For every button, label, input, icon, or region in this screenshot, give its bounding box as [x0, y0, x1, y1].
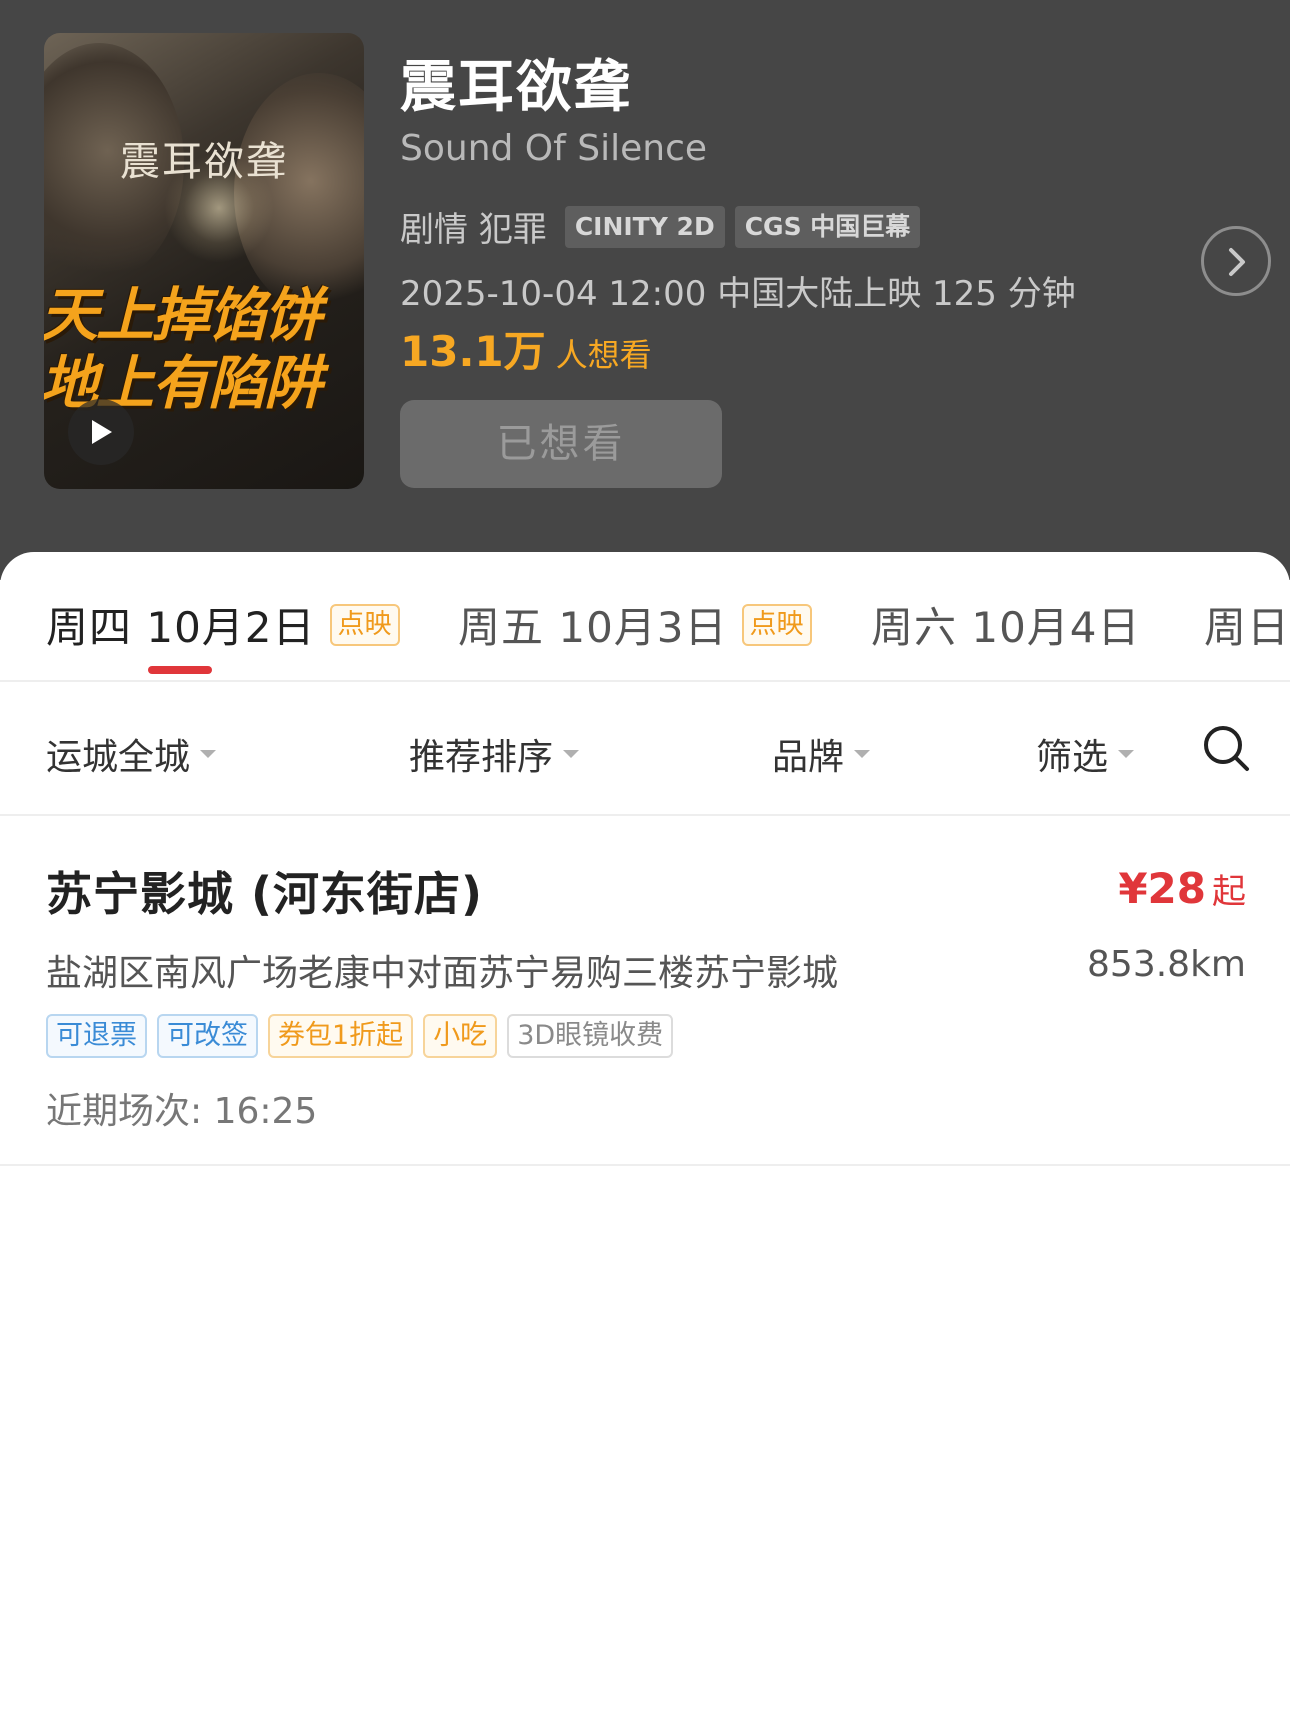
want-count-label: 人想看 — [555, 336, 652, 374]
caret-down-icon — [563, 750, 580, 758]
movie-poster[interactable]: 震耳欲聋 天上掉馅饼 地上有陷阱 — [44, 33, 364, 489]
format-tag-cinity: CINITY 2D — [564, 205, 725, 248]
cinema-address: 盐湖区南风广场老康中对面苏宁易购三楼苏宁影城 — [46, 953, 839, 994]
brand-filter-label: 品牌 — [772, 737, 845, 778]
want-count: 13.1万 人想看 — [400, 318, 652, 379]
more-filter[interactable]: 筛选 — [1036, 728, 1135, 780]
play-icon — [92, 420, 112, 444]
cinema-price: ¥28 起 — [1118, 864, 1246, 913]
wanted-button[interactable]: 已想看 — [400, 400, 722, 488]
divider — [0, 1164, 1290, 1166]
movie-genres: 剧情 犯罪 — [400, 210, 547, 250]
preview-badge: 点映 — [741, 603, 812, 646]
cinema-sheet: 周四 10月2日 点映 周五 10月3日 点映 周六 10月4日 周日 运城全城… — [0, 552, 1290, 1725]
cinema-distance: 853.8km — [1087, 944, 1246, 985]
movie-english-title: Sound Of Silence — [400, 128, 708, 169]
date-tab-label: 周六 10月4日 — [871, 603, 1141, 652]
search-button[interactable] — [1202, 724, 1252, 774]
tag-changeable: 可改签 — [157, 1014, 258, 1058]
cinema-list-item[interactable]: 苏宁影城 (河东街店) ¥28 起 盐湖区南风广场老康中对面苏宁易购三楼苏宁影城… — [0, 816, 1290, 1166]
play-trailer-button[interactable] — [68, 399, 134, 465]
movie-meta-row: 剧情 犯罪 CINITY 2D CGS 中国巨幕 — [400, 202, 930, 251]
movie-header: 震耳欲聋 天上掉馅饼 地上有陷阱 震耳欲聋 Sound Of Silence 剧… — [0, 0, 1290, 580]
brand-filter[interactable]: 品牌 — [772, 728, 871, 780]
sort-filter-label: 推荐排序 — [409, 737, 554, 778]
date-tab-oct3[interactable]: 周五 10月3日 点映 — [458, 594, 812, 655]
poster-title-art: 震耳欲聋 — [120, 139, 288, 185]
movie-title: 震耳欲聋 — [400, 55, 632, 120]
sort-filter[interactable]: 推荐排序 — [409, 728, 580, 780]
recent-showtimes: 近期场次: 16:25 — [46, 1091, 318, 1132]
format-tag-cgs: CGS 中国巨幕 — [734, 205, 921, 248]
region-filter-label: 运城全城 — [46, 737, 191, 778]
date-tab-label: 周五 10月3日 — [458, 603, 728, 652]
date-tabs: 周四 10月2日 点映 周五 10月3日 点映 周六 10月4日 周日 — [0, 552, 1290, 682]
date-tab-oct4[interactable]: 周六 10月4日 — [871, 594, 1141, 655]
tag-coupon: 券包1折起 — [268, 1014, 414, 1058]
cinema-name: 苏宁影城 (河东街店) — [46, 867, 484, 921]
more-filter-label: 筛选 — [1036, 737, 1109, 778]
chevron-right-icon — [1229, 248, 1245, 276]
search-icon — [1204, 726, 1249, 771]
price-amount: ¥28 — [1118, 864, 1206, 913]
caret-down-icon — [854, 750, 871, 758]
tag-3d-glasses: 3D眼镜收费 — [507, 1014, 674, 1058]
preview-badge: 点映 — [329, 603, 400, 646]
want-count-number: 13.1万 — [400, 327, 546, 376]
date-tab-oct2[interactable]: 周四 10月2日 点映 — [46, 594, 400, 655]
date-tab-sunday[interactable]: 周日 — [1204, 594, 1290, 655]
region-filter[interactable]: 运城全城 — [46, 728, 217, 780]
service-tags: 可退票 可改签 券包1折起 小吃 3D眼镜收费 — [46, 1014, 683, 1058]
caret-down-icon — [200, 750, 217, 758]
date-tab-label: 周日 — [1204, 603, 1290, 652]
price-suffix: 起 — [1212, 872, 1246, 912]
movie-detail-button[interactable] — [1201, 226, 1271, 296]
tag-snacks: 小吃 — [423, 1014, 498, 1058]
date-tab-label: 周四 10月2日 — [46, 603, 316, 652]
active-tab-indicator — [148, 666, 212, 674]
poster-slogan-line1: 天上掉馅饼 — [44, 281, 322, 349]
caret-down-icon — [1118, 750, 1135, 758]
tag-refundable: 可退票 — [46, 1014, 147, 1058]
release-info: 2025-10-04 12:00 中国大陆上映 125 分钟 — [400, 274, 1076, 314]
filter-bar: 运城全城 推荐排序 品牌 筛选 — [0, 682, 1290, 816]
